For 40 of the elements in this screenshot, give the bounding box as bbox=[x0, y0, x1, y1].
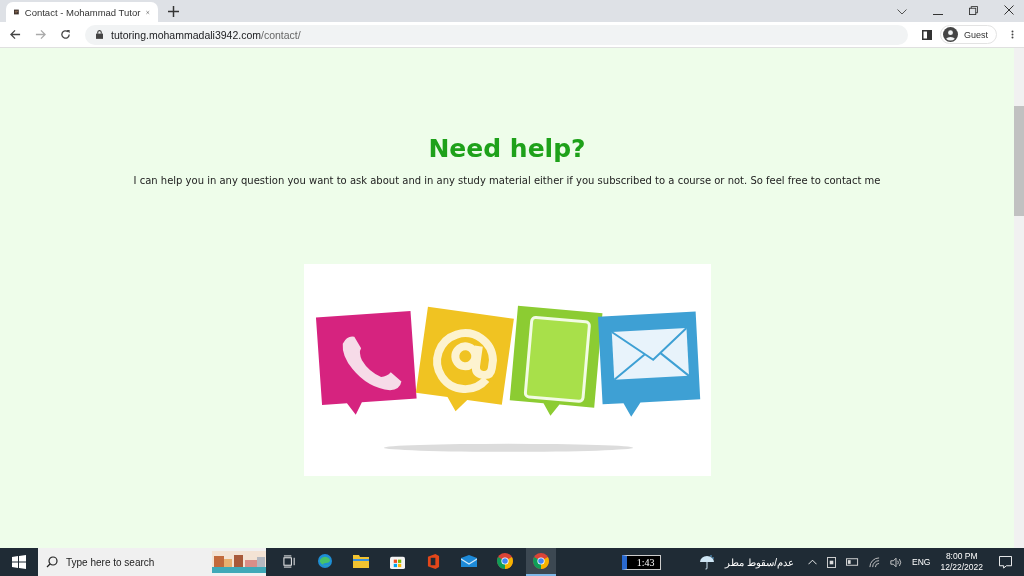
office-icon bbox=[426, 553, 440, 569]
chrome-browser-icon bbox=[533, 553, 549, 569]
rain-umbrella-icon[interactable] bbox=[699, 554, 716, 570]
scrollbar-thumb[interactable] bbox=[1014, 106, 1024, 216]
weather-text: عدم/سقوط مطر bbox=[725, 556, 795, 568]
tab-title: Contact - Mohammad Tutor bbox=[24, 6, 141, 18]
notification-icon[interactable] bbox=[999, 555, 1012, 569]
search-icon bbox=[46, 556, 58, 568]
restore-icon[interactable] bbox=[969, 6, 978, 15]
browser-tab[interactable]: Contact - Mohammad Tutor bbox=[6, 2, 158, 22]
battery-icon[interactable] bbox=[846, 558, 860, 566]
meet-icon[interactable] bbox=[827, 556, 837, 568]
mail-envelope-icon bbox=[461, 555, 477, 567]
battery-widget[interactable]: 1:43 bbox=[621, 554, 662, 570]
clock-time[interactable]: 8:00 PM bbox=[945, 551, 978, 562]
clock-date[interactable]: 12/22/2022 bbox=[940, 562, 983, 573]
chrome-browser-icon bbox=[497, 553, 513, 569]
tab-search-icon[interactable] bbox=[897, 9, 907, 15]
intro-text: I can help you in any question you want to ask about and in any study material either if you subscribed to a course or not. So feel free to contact me bbox=[133, 175, 881, 186]
edge-browser-icon bbox=[317, 553, 333, 569]
back-icon[interactable] bbox=[10, 29, 21, 40]
page-heading: Need help? bbox=[428, 134, 586, 163]
menu-icon[interactable] bbox=[1011, 29, 1014, 40]
volume-icon[interactable] bbox=[890, 556, 903, 568]
new-tab-icon[interactable] bbox=[168, 6, 179, 17]
close-window-icon[interactable] bbox=[1004, 5, 1014, 15]
taskbar-search-field[interactable]: Type here to search bbox=[38, 548, 266, 576]
task-view-icon bbox=[282, 554, 296, 568]
side-panel-icon[interactable] bbox=[922, 29, 932, 40]
address-bar[interactable]: tutoring.mohammadali3942.com/contact/ bbox=[85, 24, 908, 45]
chevron-up-icon[interactable] bbox=[808, 559, 818, 565]
folder-icon bbox=[353, 554, 369, 568]
reload-icon[interactable] bbox=[60, 29, 71, 40]
avatar-icon bbox=[943, 27, 958, 42]
language-indicator[interactable]: ENG bbox=[912, 557, 931, 567]
wifi-icon[interactable] bbox=[869, 556, 881, 568]
url-text: tutoring.mohammadali3942.com/contact/ bbox=[111, 28, 301, 41]
start-icon[interactable] bbox=[12, 555, 26, 569]
lock-icon bbox=[96, 30, 103, 39]
scrollbar[interactable] bbox=[1014, 48, 1024, 548]
